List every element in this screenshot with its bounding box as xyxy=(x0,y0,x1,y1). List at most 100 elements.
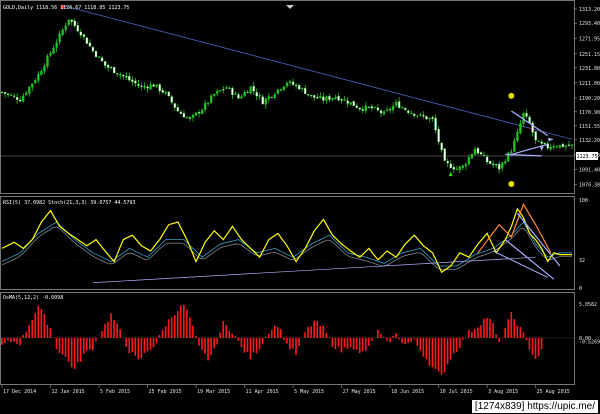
candle-body xyxy=(91,47,95,52)
osma-bar xyxy=(267,333,270,338)
osma-bar xyxy=(49,328,52,338)
candle-body xyxy=(337,95,340,101)
candle-body xyxy=(73,20,76,27)
candle-body xyxy=(173,103,176,108)
watermark: [1274x839] https://upic.me/ xyxy=(471,400,598,413)
wedge-base xyxy=(505,153,542,157)
osma-bar xyxy=(286,337,288,344)
candle-body xyxy=(449,163,452,169)
indicator-series xyxy=(1,207,572,274)
candle-body xyxy=(149,84,152,90)
osma-bar xyxy=(401,337,403,344)
osma-bar xyxy=(198,337,200,346)
osma-bar xyxy=(252,337,255,353)
osma-bar xyxy=(95,337,97,342)
osma-bar xyxy=(13,337,15,342)
price-tick-label: 1211.00 xyxy=(579,81,600,87)
candle-body xyxy=(40,71,43,76)
candle-body xyxy=(461,165,465,168)
osma-bar xyxy=(386,337,388,341)
osma-bar xyxy=(422,337,425,357)
candle-body xyxy=(313,95,316,98)
date-tick-label: 5 Feb 2015 xyxy=(100,389,130,395)
osma-bar xyxy=(298,337,300,346)
candle-body xyxy=(12,95,16,97)
osma-bar xyxy=(246,337,249,352)
candle-body xyxy=(185,117,189,119)
osma-bar xyxy=(146,337,149,352)
osma-bar xyxy=(328,337,331,338)
candle-body xyxy=(401,107,404,109)
osma-panel-title: OsMA(5,12,2) -0.6098 xyxy=(3,295,63,301)
wedge-arrow xyxy=(547,137,554,142)
candle-body xyxy=(25,92,28,95)
candle-body xyxy=(255,92,258,97)
osma-bar xyxy=(7,337,9,341)
candle-body xyxy=(519,123,522,134)
osma-bar xyxy=(277,327,279,338)
candle-body xyxy=(476,148,480,154)
candle-body xyxy=(376,107,380,111)
candle-body xyxy=(367,106,371,108)
candle-body xyxy=(307,94,310,96)
osma-bar xyxy=(416,337,419,346)
candle-body xyxy=(252,86,255,92)
candle-body xyxy=(485,156,489,163)
candle-body xyxy=(279,89,283,91)
osma-bar xyxy=(367,337,370,346)
osma-bar xyxy=(474,329,476,338)
candle-body xyxy=(498,163,501,170)
candle-body xyxy=(176,107,180,112)
osma-bar xyxy=(1,337,3,345)
candle-body xyxy=(316,96,319,99)
candle-body xyxy=(46,55,49,67)
candle-body xyxy=(6,93,10,95)
candle-body xyxy=(391,105,395,111)
indicator-panel-frame xyxy=(0,196,575,290)
candle-body xyxy=(346,100,349,104)
candle-body xyxy=(113,67,116,74)
osma-bar xyxy=(480,325,482,338)
candle-body xyxy=(222,89,225,91)
candle-body xyxy=(270,96,273,98)
candle-body xyxy=(413,113,416,116)
date-tick-label: 18 Jun 2015 xyxy=(391,389,424,395)
osma-bar xyxy=(210,337,212,356)
candle-body xyxy=(164,91,167,94)
candle-body xyxy=(167,91,170,97)
date-tick-label: 11 Apr 2015 xyxy=(246,389,279,395)
osma-bar xyxy=(219,332,221,338)
osma-bar xyxy=(155,337,158,344)
candle-body xyxy=(152,84,155,87)
candle-body xyxy=(16,96,19,101)
osma-bar xyxy=(331,337,334,347)
candle-body xyxy=(267,96,270,100)
osma-histogram xyxy=(1,304,543,375)
osma-bar xyxy=(228,330,231,338)
osma-bar xyxy=(283,337,285,341)
candle-body xyxy=(231,88,234,95)
candle-body xyxy=(276,89,280,94)
date-tick-label: 12 Jan 2015 xyxy=(52,389,85,395)
osma-bar xyxy=(307,326,309,338)
candle-body xyxy=(528,116,531,123)
candle-body xyxy=(237,94,240,99)
candle-body xyxy=(207,102,210,104)
osma-bar xyxy=(377,329,379,338)
price-tick-label: 1251.15 xyxy=(579,52,600,58)
candle-body xyxy=(467,157,471,165)
candle-body xyxy=(0,91,4,94)
candle-body xyxy=(161,89,164,93)
rsi-support-line xyxy=(92,256,536,284)
candle-body xyxy=(37,74,40,81)
osma-bar xyxy=(413,337,416,340)
osma-bar xyxy=(43,314,46,338)
candle-body xyxy=(191,114,195,118)
osma-bar xyxy=(234,336,237,338)
candle-body xyxy=(482,155,486,157)
osma-bar xyxy=(40,309,43,338)
osma-bar xyxy=(319,326,322,338)
price-tick-label: 1271.95 xyxy=(579,37,600,43)
candle-body xyxy=(388,109,392,111)
osma-bar xyxy=(173,315,176,338)
